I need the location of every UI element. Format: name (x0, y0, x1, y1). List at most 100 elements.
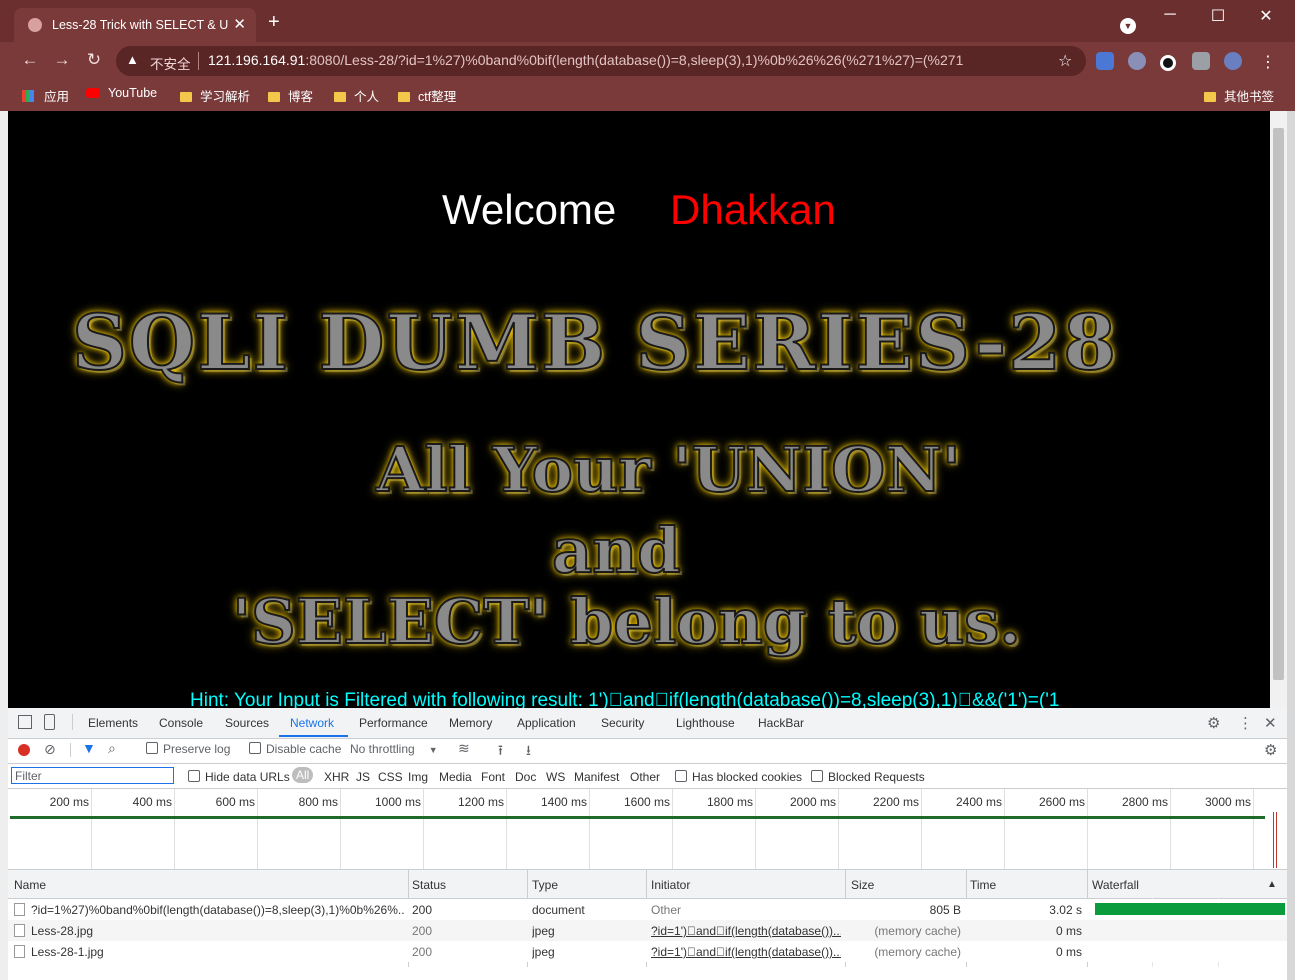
column-header-name[interactable]: Name (14, 878, 46, 892)
sort-ascending-icon[interactable]: ▲ (1267, 879, 1277, 890)
request-initiator: Other (651, 903, 682, 917)
filter-type-manifest[interactable]: Manifest (574, 770, 619, 784)
circle-extension-icon[interactable] (1160, 55, 1176, 71)
bookmark-apps[interactable]: 应用 (22, 86, 69, 105)
device-toolbar-icon[interactable] (44, 714, 55, 730)
tab-elements[interactable]: Elements (88, 716, 138, 730)
request-status: 200 (412, 945, 433, 959)
bookmark-youtube[interactable]: YouTube (86, 86, 157, 100)
hide-data-urls-checkbox[interactable]: Hide data URLs (188, 770, 290, 784)
waterfall-bar[interactable] (1095, 903, 1285, 915)
bookmark-folder[interactable]: 博客 (268, 86, 313, 105)
filter-type-font[interactable]: Font (481, 770, 505, 784)
filter-type-img[interactable]: Img (408, 770, 428, 784)
throttling-select[interactable]: No throttling ▼ (350, 742, 438, 756)
column-header-status[interactable]: Status (412, 878, 446, 892)
translate-extension-icon[interactable] (1096, 52, 1114, 70)
request-name[interactable]: ?id=1%27)%0band%0bif(length(database())=… (14, 903, 404, 917)
clear-icon[interactable]: ⊘ (44, 741, 56, 758)
filter-type-all[interactable]: All (292, 767, 314, 783)
request-name[interactable]: Less-28-1.jpg (14, 945, 404, 959)
filter-type-doc[interactable]: Doc (515, 770, 536, 784)
timeline-tick: 2200 ms (872, 795, 919, 809)
checkbox-box (188, 770, 200, 782)
request-name[interactable]: Less-28.jpg (14, 924, 404, 938)
tab-sources[interactable]: Sources (225, 716, 269, 730)
browser-tab[interactable]: Less-28 Trick with SELECT & U ✕ (14, 8, 256, 42)
tab-lighthouse[interactable]: Lighthouse (676, 716, 735, 730)
tab-close-icon[interactable]: ✕ (233, 15, 246, 33)
reload-button[interactable]: ↻ (84, 50, 104, 70)
column-header-type[interactable]: Type (532, 878, 558, 892)
maximize-button[interactable]: ☐ (1206, 6, 1230, 26)
disable-cache-checkbox[interactable]: Disable cache (249, 742, 341, 756)
bookmark-folder[interactable]: ctf整理 (398, 86, 456, 105)
column-header-initiator[interactable]: Initiator (651, 878, 690, 892)
profile-avatar[interactable] (1224, 52, 1242, 70)
bookmark-star-icon[interactable]: ☆ (1058, 51, 1072, 71)
column-header-waterfall[interactable]: Waterfall (1092, 878, 1139, 892)
filter-funnel-icon[interactable]: ▼ (82, 740, 96, 756)
inspect-element-icon[interactable] (18, 715, 32, 729)
bookmark-folder[interactable]: 学习解析 (180, 86, 250, 105)
scrollbar-thumb[interactable] (1273, 128, 1284, 680)
forward-button[interactable]: → (52, 50, 72, 70)
bookmark-label: 博客 (288, 90, 314, 104)
network-conditions-icon[interactable]: ≋ (458, 740, 470, 757)
devtools-close-icon[interactable]: ✕ (1264, 714, 1277, 732)
tab-security[interactable]: Security (601, 716, 644, 730)
column-header-time[interactable]: Time (970, 878, 996, 892)
network-settings-gear-icon[interactable]: ⚙ (1264, 741, 1277, 759)
blocked-cookies-checkbox[interactable]: Has blocked cookies (675, 770, 802, 784)
browser-menu-icon[interactable]: ⋮ (1260, 52, 1276, 72)
search-icon[interactable]: ⌕ (108, 740, 116, 757)
tab-search-icon[interactable]: ▼ (1120, 18, 1136, 34)
request-type: document (532, 903, 585, 917)
tab-network[interactable]: Network (290, 716, 334, 730)
bookmark-label: 学习解析 (200, 90, 251, 104)
devtools-menu-icon[interactable]: ⋮ (1238, 714, 1253, 732)
checkbox-box (249, 742, 261, 754)
record-icon[interactable] (18, 744, 30, 756)
import-har-icon[interactable]: ⭱ (498, 740, 503, 764)
chevron-down-icon: ▼ (428, 745, 438, 755)
request-initiator-link[interactable]: ?id=1') and if(length(database())... (651, 924, 841, 938)
preserve-log-checkbox[interactable]: Preserve log (146, 742, 230, 756)
checkbox-label: Hide data URLs (205, 770, 290, 784)
overview-request-bar (10, 816, 1265, 819)
request-initiator-link[interactable]: ?id=1') and if(length(database())... (651, 945, 841, 959)
column-header-size[interactable]: Size (851, 878, 874, 892)
back-button[interactable]: ← (20, 50, 40, 70)
request-size: (memory cache) (874, 924, 961, 938)
tab-console[interactable]: Console (159, 716, 203, 730)
owl-extension-icon[interactable] (1128, 52, 1146, 70)
timeline-tick: 3000 ms (1204, 795, 1251, 809)
bookmark-folder[interactable]: 个人 (334, 86, 379, 105)
close-window-button[interactable]: ✕ (1254, 6, 1278, 26)
insecure-label[interactable]: 不安全 (150, 53, 191, 73)
timeline-tick: 800 ms (298, 795, 338, 809)
filter-type-ws[interactable]: WS (546, 770, 565, 784)
blocked-requests-checkbox[interactable]: Blocked Requests (811, 770, 925, 784)
filter-input[interactable]: Filter (11, 767, 174, 784)
tab-application[interactable]: Application (517, 716, 576, 730)
checkbox-box (146, 742, 158, 754)
checkbox-label: Preserve log (163, 742, 231, 756)
minimize-button[interactable]: ─ (1158, 6, 1182, 24)
export-har-icon[interactable]: ⭳ (526, 740, 531, 764)
filter-type-other[interactable]: Other (630, 770, 660, 784)
background-window-edge (0, 111, 8, 980)
warning-icon[interactable]: ▲ (126, 52, 139, 67)
puzzle-extensions-icon[interactable] (1192, 52, 1210, 70)
settings-gear-icon[interactable]: ⚙ (1207, 714, 1220, 732)
filter-type-js[interactable]: JS (356, 770, 370, 784)
tab-performance[interactable]: Performance (359, 716, 428, 730)
new-tab-button[interactable]: + (268, 12, 280, 32)
other-bookmarks[interactable]: 其他书签 (1204, 86, 1274, 105)
filter-type-media[interactable]: Media (439, 770, 472, 784)
tab-hackbar[interactable]: HackBar (758, 716, 804, 730)
filter-type-css[interactable]: CSS (378, 770, 403, 784)
filter-type-xhr[interactable]: XHR (324, 770, 349, 784)
tab-memory[interactable]: Memory (449, 716, 492, 730)
url-text[interactable]: 121.196.164.91:8080/Less-28/?id=1%27)%0b… (208, 52, 1048, 68)
